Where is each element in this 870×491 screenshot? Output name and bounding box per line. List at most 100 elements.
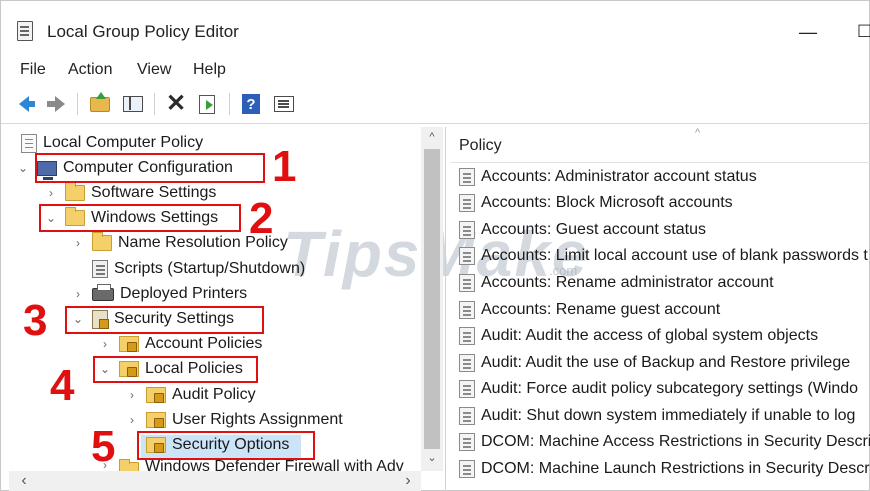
policy-label: Audit: Force audit policy subcategory se… <box>481 380 859 397</box>
menu-help[interactable]: Help <box>193 61 226 79</box>
scroll-up-arrow[interactable]: ^ <box>421 131 443 143</box>
policy-label: Accounts: Rename administrator account <box>481 274 774 291</box>
annotation-box-4 <box>93 356 258 383</box>
list-item[interactable]: Accounts: Rename guest account <box>459 297 720 323</box>
chevron-right-icon[interactable]: › <box>72 287 84 301</box>
list-item[interactable]: Audit: Force audit policy subcategory se… <box>459 376 858 402</box>
doc-icon <box>21 133 37 153</box>
lock-folder-icon <box>146 387 166 403</box>
list-item[interactable]: Audit: Audit the access of global system… <box>459 323 818 349</box>
list-item[interactable]: Accounts: Limit local account use of bla… <box>459 243 868 269</box>
scripts-icon <box>92 260 108 278</box>
policy-label: Audit: Audit the use of Backup and Resto… <box>481 354 851 371</box>
properties-button[interactable] <box>271 91 297 117</box>
list-item[interactable]: DCOM: Machine Access Restrictions in Sec… <box>459 429 870 455</box>
back-icon <box>19 96 35 112</box>
chevron-right-icon[interactable]: › <box>126 413 138 427</box>
tree-node-windows-defender-firewall[interactable]: › Windows Defender Firewall with Adv <box>99 458 419 472</box>
chevron-right-icon[interactable]: › <box>126 388 138 402</box>
list-item[interactable]: Accounts: Guest account status <box>459 217 706 243</box>
minimize-button[interactable]: — <box>798 21 818 43</box>
lock-folder-icon <box>119 336 139 352</box>
list-item[interactable]: Audit: Shut down system immediately if u… <box>459 403 855 429</box>
column-header-policy[interactable]: Policy <box>459 137 502 155</box>
printer-icon <box>92 283 114 301</box>
list-item[interactable]: Accounts: Administrator account status <box>459 164 757 190</box>
menu-action[interactable]: Action <box>68 61 112 79</box>
policy-label: Accounts: Block Microsoft accounts <box>481 194 733 211</box>
policy-icon <box>459 168 475 186</box>
policy-label: Audit: Shut down system immediately if u… <box>481 407 856 424</box>
policy-icon <box>459 194 475 212</box>
policy-icon <box>459 274 475 292</box>
annotation-step-2: 2 <box>249 194 274 243</box>
scroll-right-arrow[interactable]: › <box>397 472 419 490</box>
tree-node-label: Windows Defender Firewall with Adv <box>145 458 404 472</box>
policy-label: Accounts: Administrator account status <box>481 168 757 185</box>
scroll-left-arrow[interactable]: ‹ <box>13 472 35 490</box>
title-bar: Local Group Policy Editor — ☐ <box>1 1 870 53</box>
chevron-right-icon[interactable]: › <box>72 236 84 250</box>
policy-label: DCOM: Machine Launch Restrictions in Sec… <box>481 460 870 477</box>
list-item[interactable]: DCOM: Machine Launch Restrictions in Sec… <box>459 456 870 482</box>
tree-horizontal-scrollbar[interactable]: ‹ › <box>9 471 421 491</box>
tree-node-label: Local Computer Policy <box>43 134 204 151</box>
annotation-box-1 <box>35 153 265 183</box>
delete-icon: ✕ <box>165 90 187 117</box>
maximize-button[interactable]: ☐ <box>857 21 870 43</box>
annotation-step-3: 3 <box>23 296 48 345</box>
annotation-step-5: 5 <box>91 422 116 471</box>
menu-bar: File Action View Help <box>1 57 870 83</box>
properties-icon <box>274 96 294 112</box>
folder-icon <box>65 182 85 201</box>
menu-view[interactable]: View <box>137 61 171 79</box>
chevron-right-icon[interactable]: › <box>99 337 111 351</box>
tree-node-label: Audit Policy <box>172 386 256 403</box>
policy-icon <box>459 460 475 478</box>
export-list-button[interactable] <box>194 91 220 117</box>
help-button[interactable]: ? <box>238 91 264 117</box>
tree-node-user-rights-assignment[interactable]: › User Rights Assignment <box>126 408 343 432</box>
toolbar-divider <box>1 123 870 124</box>
up-one-level-button[interactable] <box>87 91 113 117</box>
tree-node-audit-policy[interactable]: › Audit Policy <box>126 383 256 407</box>
tree-node-label: User Rights Assignment <box>172 411 343 428</box>
annotation-box-5 <box>137 431 315 460</box>
scrollbar-thumb[interactable] <box>424 149 440 449</box>
lock-folder-icon <box>146 412 166 428</box>
chevron-right-icon[interactable]: › <box>45 186 57 200</box>
annotation-box-2 <box>39 204 241 232</box>
tree-vertical-scrollbar[interactable]: ^ ⌄ <box>421 127 443 471</box>
annotation-step-4: 4 <box>50 361 75 410</box>
header-divider <box>451 162 870 163</box>
policy-label: Audit: Audit the access of global system… <box>481 327 819 344</box>
toolbar-separator <box>154 93 155 115</box>
app-icon <box>17 21 33 41</box>
forward-button[interactable] <box>43 91 69 117</box>
window-title: Local Group Policy Editor <box>47 22 239 41</box>
tree-node-account-policies[interactable]: › Account Policies <box>99 332 262 356</box>
list-item[interactable]: Accounts: Rename administrator account <box>459 270 774 296</box>
policy-icon <box>459 380 475 398</box>
help-icon: ? <box>242 94 260 114</box>
tree-node-local-computer-policy[interactable]: Local Computer Policy <box>21 131 203 155</box>
policy-icon <box>459 407 475 425</box>
menu-file[interactable]: File <box>20 61 46 79</box>
tree-node-software-settings[interactable]: › Software Settings <box>45 181 216 205</box>
list-item[interactable]: Audit: Audit the use of Backup and Resto… <box>459 350 850 376</box>
list-item[interactable]: Accounts: Block Microsoft accounts <box>459 190 733 216</box>
back-button[interactable] <box>11 91 37 117</box>
delete-button[interactable]: ✕ <box>163 91 189 117</box>
chevron-down-icon[interactable]: ⌄ <box>17 161 29 175</box>
tree-node-scripts[interactable]: Scripts (Startup/Shutdown) <box>92 257 305 281</box>
tree-node-label: Scripts (Startup/Shutdown) <box>114 260 306 277</box>
show-hide-tree-button[interactable] <box>120 91 146 117</box>
up-folder-icon <box>90 91 110 112</box>
tree-node-deployed-printers[interactable]: › Deployed Printers <box>72 282 247 306</box>
tree-node-label: Deployed Printers <box>120 285 248 302</box>
show-hide-tree-icon <box>123 96 143 112</box>
tree-node-label: Account Policies <box>145 335 263 352</box>
annotation-box-3 <box>65 306 264 334</box>
scroll-down-arrow[interactable]: ⌄ <box>421 451 443 464</box>
policy-icon <box>459 301 475 319</box>
